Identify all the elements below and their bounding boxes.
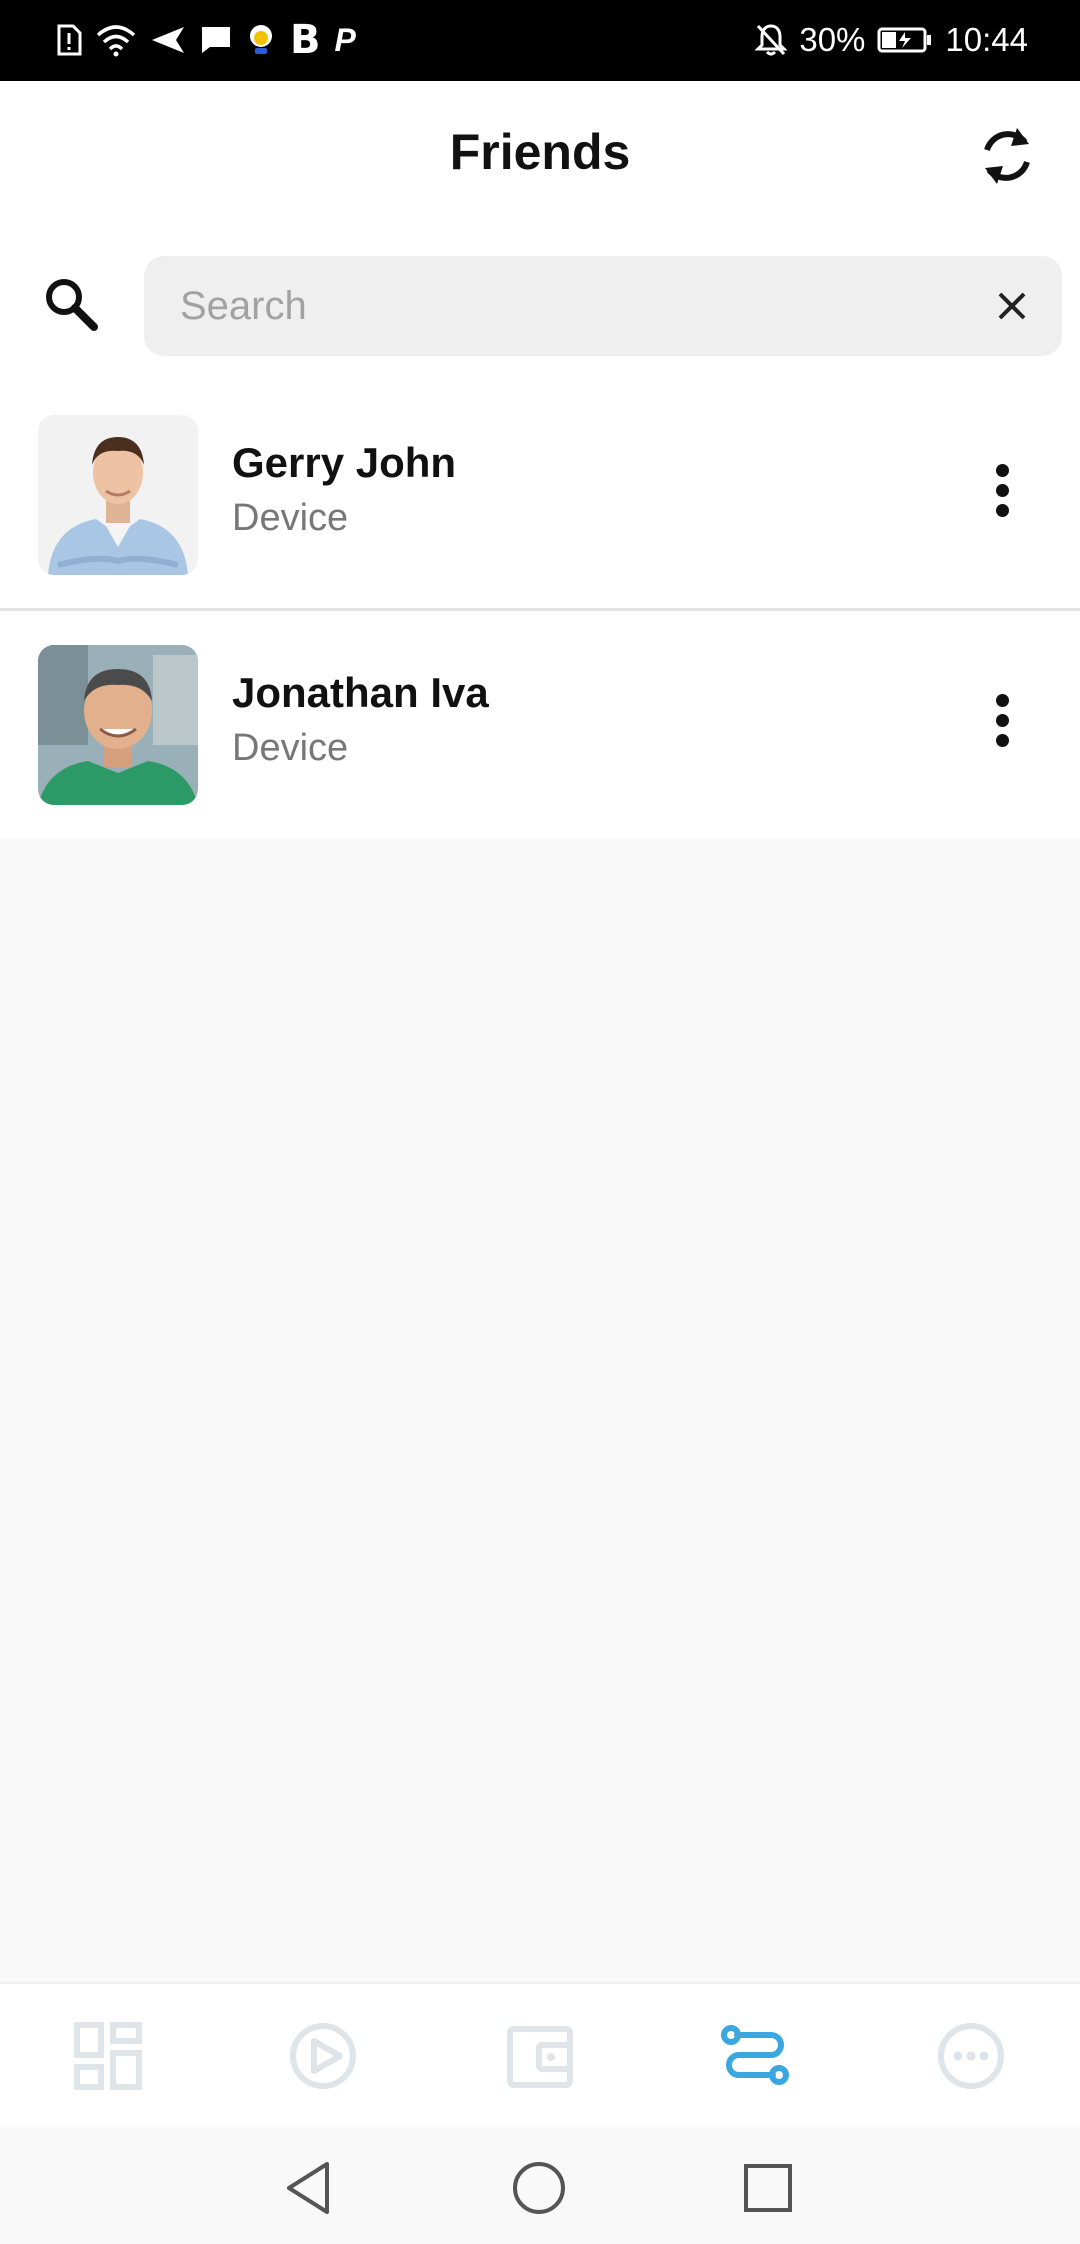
recents-square-icon — [744, 2164, 792, 2212]
nav-wallet[interactable] — [490, 2006, 590, 2106]
back-triangle-icon — [287, 2162, 329, 2214]
sync-icon — [984, 128, 1030, 184]
sim-alert-icon — [57, 24, 82, 56]
route-icon — [721, 2025, 789, 2085]
b-app-icon: B — [290, 17, 321, 63]
avatar-photo — [38, 645, 198, 805]
nav-dashboard[interactable] — [58, 2006, 158, 2106]
search-icon[interactable] — [40, 273, 102, 335]
friend-row[interactable]: Jonathan Iva Device — [0, 611, 1080, 838]
send-icon — [152, 27, 184, 53]
more-circle-icon — [938, 2023, 1004, 2089]
status-bar: B P 30% 10:44 — [0, 0, 1080, 81]
wallet-icon — [507, 2026, 573, 2088]
close-icon — [998, 292, 1026, 320]
more-options-button[interactable] — [980, 665, 1024, 775]
nav-play[interactable] — [273, 2006, 373, 2106]
dot — [995, 503, 1009, 517]
search-bar — [144, 256, 1062, 356]
back-button[interactable] — [274, 2153, 344, 2223]
system-navigation-bar — [0, 2127, 1080, 2244]
more-vert-icon — [995, 463, 1009, 477]
avatar[interactable] — [38, 415, 198, 575]
avatar-photo — [38, 415, 198, 575]
status-icons-right: 30% 10:44 — [755, 18, 1028, 62]
battery-percentage: 30% — [799, 21, 866, 58]
page-title: Friends — [449, 124, 631, 180]
dashboard-icon — [74, 2022, 142, 2090]
dot — [995, 733, 1009, 747]
friend-row[interactable]: Gerry John Device — [0, 381, 1080, 611]
dot — [995, 483, 1009, 497]
friend-name: Gerry John — [232, 439, 457, 486]
friend-subtitle: Device — [232, 727, 349, 769]
search-input[interactable] — [180, 256, 960, 356]
refresh-button[interactable] — [974, 117, 1040, 195]
home-circle-icon — [513, 2162, 565, 2214]
recents-button[interactable] — [733, 2153, 803, 2223]
p-app-icon: P — [334, 21, 356, 58]
friends-list: Gerry John Device Jonathan Iva Device — [0, 381, 1080, 838]
more-vert-icon — [995, 693, 1009, 707]
nav-more[interactable] — [921, 2006, 1021, 2106]
avatar[interactable] — [38, 645, 198, 805]
friend-subtitle: Device — [232, 497, 349, 539]
clear-search-button[interactable] — [992, 286, 1032, 326]
bulb-icon — [250, 25, 272, 54]
bottom-navigation — [0, 1982, 1080, 2127]
clock: 10:44 — [945, 21, 1028, 58]
friend-name: Jonathan Iva — [232, 669, 489, 716]
status-icons-left: B P — [56, 17, 356, 63]
app-header: Friends — [0, 81, 1080, 381]
home-button[interactable] — [504, 2153, 574, 2223]
nav-routes[interactable] — [705, 2006, 805, 2106]
message-icon — [202, 27, 230, 53]
battery-charging-icon — [877, 27, 932, 53]
more-options-button[interactable] — [980, 435, 1024, 545]
play-circle-icon — [290, 2023, 356, 2089]
wifi-icon — [96, 25, 136, 57]
notifications-off-icon — [755, 24, 788, 56]
dot — [995, 713, 1009, 727]
